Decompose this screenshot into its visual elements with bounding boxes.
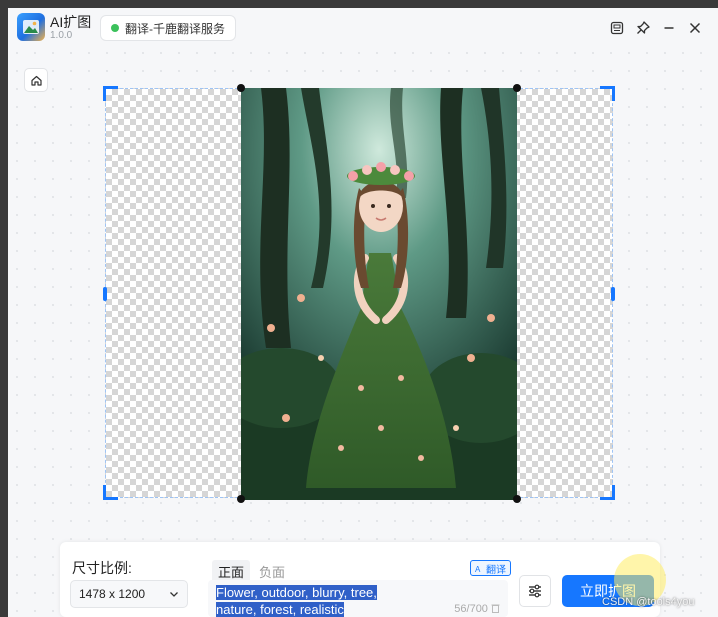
corner-handle-top-left[interactable]	[103, 86, 118, 101]
control-panel: 尺寸比例: 1478 x 1200 正面 负面 A 翻译 Flower, out…	[60, 542, 660, 617]
image-handle-bottom-left[interactable]	[237, 495, 245, 503]
side-handle-right[interactable]	[611, 287, 615, 301]
char-count: 56/700	[454, 603, 500, 615]
image-handle-bottom-right[interactable]	[513, 495, 521, 503]
home-icon	[30, 75, 42, 86]
app-name: AI扩图	[50, 14, 92, 30]
translate-icon: A	[475, 565, 481, 573]
forest-girl-photo	[241, 88, 517, 500]
ratio-value: 1478 x 1200	[79, 587, 146, 601]
minimize-button[interactable]	[658, 17, 680, 39]
ratio-select[interactable]: 1478 x 1200	[70, 580, 188, 608]
close-button[interactable]	[684, 17, 706, 39]
prompt-line-1: Flower, outdoor, blurry, tree,	[216, 585, 377, 600]
corner-handle-bottom-right[interactable]	[600, 485, 615, 500]
app-logo-icon	[17, 13, 45, 41]
corner-handle-top-right[interactable]	[600, 86, 615, 101]
translation-service-pill[interactable]: 翻译-千鹿翻译服务	[100, 15, 236, 41]
chevron-down-icon	[170, 592, 178, 597]
app-window: AI扩图 1.0.0 翻译-千鹿翻译服务 尺寸比例: 1478 x 1200 正…	[8, 8, 718, 617]
pin-icon	[637, 21, 650, 34]
home-button[interactable]	[24, 68, 48, 92]
screenshot-icon	[610, 21, 624, 35]
image-handle-top-left[interactable]	[237, 84, 245, 92]
image-handle-top-right[interactable]	[513, 84, 521, 92]
watermark: CSDN @tools4you	[602, 596, 695, 608]
settings-button[interactable]	[519, 575, 551, 607]
source-image[interactable]	[241, 88, 517, 500]
title-bar: AI扩图 1.0.0 翻译-千鹿翻译服务	[8, 8, 718, 48]
app-version: 1.0.0	[50, 30, 73, 41]
prompt-line-2: nature, forest, realistic	[216, 602, 344, 617]
prompt-input[interactable]: Flower, outdoor, blurry, tree, nature, f…	[208, 580, 508, 617]
svg-text:A: A	[475, 565, 481, 573]
sliders-icon	[529, 584, 541, 598]
char-count-value: 56/700	[454, 603, 488, 615]
screenshot-button[interactable]	[606, 17, 628, 39]
trash-icon[interactable]	[491, 603, 500, 613]
ratio-label: 尺寸比例:	[72, 560, 132, 576]
side-handle-left[interactable]	[103, 287, 107, 301]
translate-label: 翻译	[486, 564, 506, 576]
translation-service-label: 翻译-千鹿翻译服务	[125, 21, 225, 36]
minimize-icon	[664, 27, 674, 29]
pin-button[interactable]	[632, 17, 654, 39]
translate-button[interactable]: A 翻译	[470, 560, 511, 576]
status-dot-icon	[111, 24, 119, 32]
prompt-text: Flower, outdoor, blurry, tree, nature, f…	[216, 584, 446, 617]
corner-handle-bottom-left[interactable]	[103, 485, 118, 500]
close-icon	[689, 22, 701, 34]
